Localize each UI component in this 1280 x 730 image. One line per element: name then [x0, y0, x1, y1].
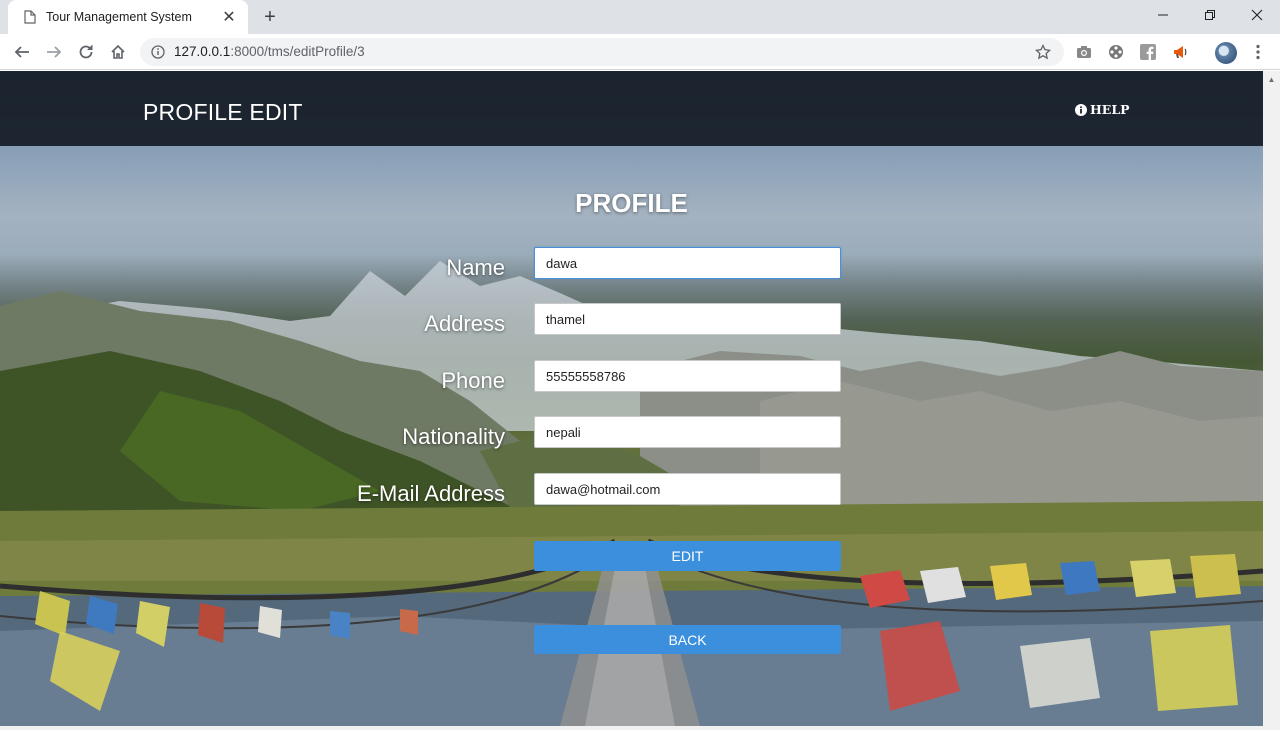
site-header: PROFILE EDIT HELP: [0, 71, 1263, 146]
url-text: 127.0.0.1:8000/tms/editProfile/3: [174, 44, 365, 59]
address-label: Address: [424, 311, 505, 336]
back-arrow-icon[interactable]: [9, 39, 35, 65]
phone-label: Phone: [441, 368, 505, 393]
browser-toolbar: 127.0.0.1:8000/tms/editProfile/3: [0, 34, 1280, 70]
megaphone-icon[interactable]: [1170, 42, 1190, 62]
new-tab-button[interactable]: +: [258, 6, 282, 28]
name-label: Name: [446, 255, 505, 280]
film-reel-icon[interactable]: [1106, 42, 1126, 62]
tab-strip: Tour Management System ✕ +: [0, 0, 1280, 34]
nationality-label: Nationality: [402, 424, 505, 449]
phone-field[interactable]: [534, 360, 841, 392]
address-bar[interactable]: 127.0.0.1:8000/tms/editProfile/3: [140, 38, 1064, 66]
email-field[interactable]: [534, 473, 841, 505]
page-viewport: PROFILE EDIT HELP PROFILE Name Address P…: [0, 71, 1263, 726]
window-bottom-edge: [0, 726, 1280, 730]
tab-close-icon[interactable]: ✕: [220, 8, 238, 26]
camera-icon[interactable]: [1074, 42, 1094, 62]
email-label: E-Mail Address: [357, 481, 505, 506]
close-icon[interactable]: [1234, 0, 1280, 30]
page-title: PROFILE EDIT: [143, 99, 303, 125]
forward-arrow-icon[interactable]: [41, 39, 67, 65]
help-link[interactable]: HELP: [1075, 102, 1130, 117]
browser-tab[interactable]: Tour Management System ✕: [8, 0, 248, 34]
address-field[interactable]: [534, 303, 841, 335]
restore-icon[interactable]: [1187, 0, 1233, 30]
info-circle-icon: [1075, 103, 1087, 116]
info-icon[interactable]: [150, 44, 166, 60]
nationality-field[interactable]: [534, 416, 841, 448]
tab-title: Tour Management System: [46, 10, 192, 24]
scroll-up-arrow-icon[interactable]: ▲: [1263, 73, 1280, 85]
back-button[interactable]: BACK: [534, 625, 841, 654]
minimize-icon[interactable]: [1140, 0, 1186, 30]
facebook-icon[interactable]: [1138, 42, 1158, 62]
home-icon[interactable]: [105, 39, 131, 65]
page-icon: [22, 9, 38, 25]
profile-heading: PROFILE: [575, 188, 688, 218]
vertical-scrollbar[interactable]: ▲: [1263, 71, 1280, 726]
help-label: HELP: [1090, 102, 1130, 117]
edit-button[interactable]: EDIT: [534, 541, 841, 571]
name-field[interactable]: [534, 247, 841, 279]
bookmark-star-icon[interactable]: [1034, 43, 1052, 61]
reload-icon[interactable]: [73, 39, 99, 65]
menu-dots-icon[interactable]: [1250, 42, 1266, 62]
avatar[interactable]: [1215, 42, 1237, 64]
